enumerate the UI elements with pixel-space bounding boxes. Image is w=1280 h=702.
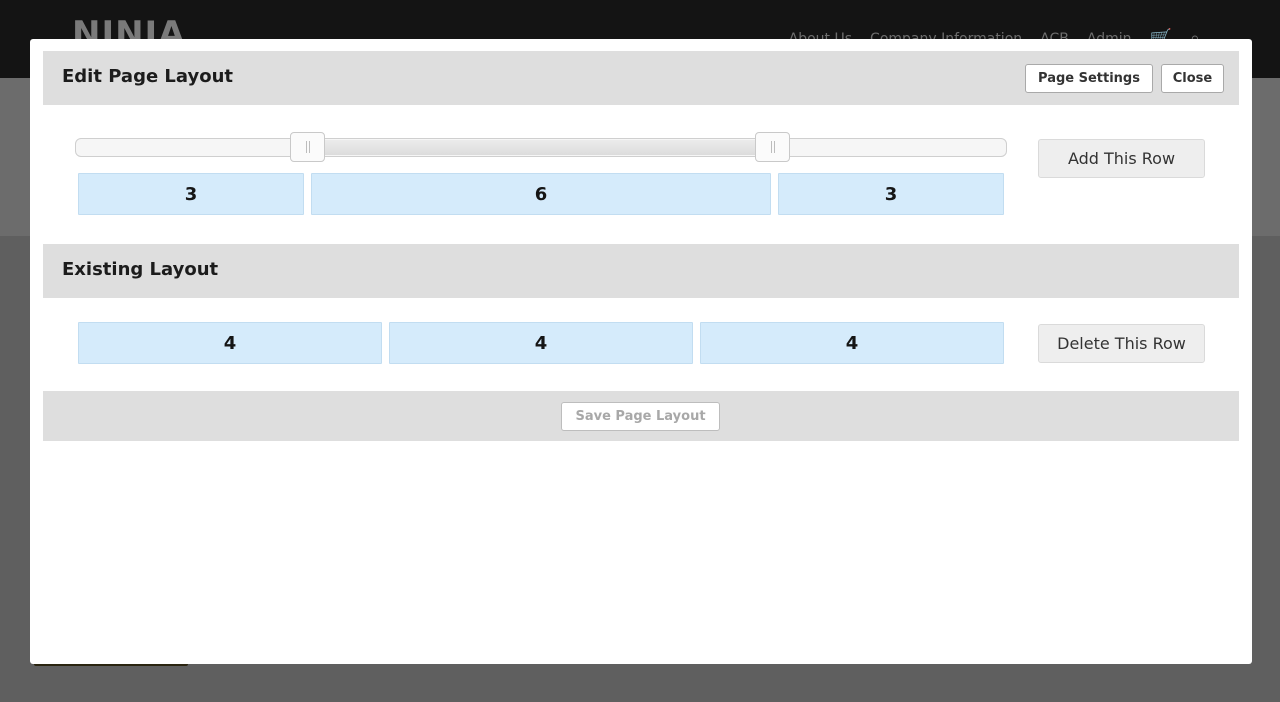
- existing-row-column: 4: [78, 322, 382, 364]
- new-row-column: 6: [311, 173, 771, 215]
- grip-icon: [770, 141, 775, 153]
- new-row-column: 3: [778, 173, 1004, 215]
- new-row-column: 3: [78, 173, 304, 215]
- page-settings-button[interactable]: Page Settings: [1025, 64, 1153, 93]
- existing-layout-title: Existing Layout: [62, 259, 219, 280]
- edit-layout-modal: Edit Page Layout Page Settings Close 3 6…: [30, 39, 1252, 664]
- modal-title: Edit Page Layout: [62, 66, 234, 87]
- column-slider-handle-left[interactable]: [290, 132, 325, 162]
- existing-row-column: 4: [700, 322, 1004, 364]
- column-slider-track[interactable]: [75, 138, 1007, 157]
- delete-row-button[interactable]: Delete This Row: [1038, 324, 1205, 363]
- close-button[interactable]: Close: [1161, 64, 1224, 93]
- grip-icon: [305, 141, 310, 153]
- existing-row-column: 4: [389, 322, 693, 364]
- column-slider-range: [308, 140, 774, 155]
- existing-layout-header: Existing Layout: [43, 244, 1239, 298]
- add-row-button[interactable]: Add This Row: [1038, 139, 1205, 178]
- save-page-layout-button[interactable]: Save Page Layout: [561, 402, 720, 431]
- modal-header: Edit Page Layout Page Settings Close: [43, 51, 1239, 105]
- column-slider-handle-right[interactable]: [755, 132, 790, 162]
